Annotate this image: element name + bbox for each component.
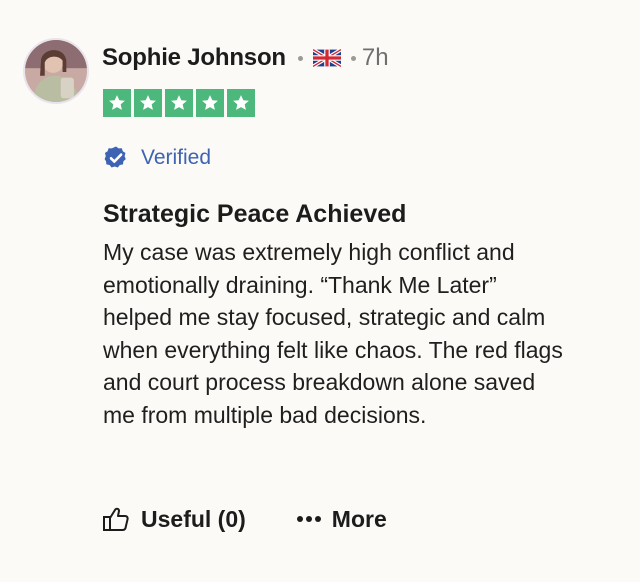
avatar[interactable] [23, 38, 89, 104]
useful-label: Useful (0) [141, 505, 246, 532]
review-body: My case was extremely high conflict and … [103, 239, 563, 428]
reviewer-name[interactable]: Sophie Johnson [102, 44, 286, 72]
verified-badge[interactable]: Verified [103, 145, 211, 171]
useful-button[interactable]: Useful (0) [101, 504, 246, 534]
verified-check-icon [103, 145, 129, 171]
uk-flag-icon [312, 49, 341, 67]
star-icon [103, 89, 131, 117]
reviewer-header: Sophie Johnson 7h [102, 40, 389, 76]
separator-dot [297, 55, 303, 61]
verified-label: Verified [141, 146, 212, 169]
star-icon [196, 89, 224, 117]
more-button[interactable]: More [296, 506, 387, 533]
separator-dot [350, 55, 356, 61]
star-icon [134, 89, 162, 117]
review-card: Sophie Johnson 7h Verified Strategic Pea… [0, 0, 640, 582]
thumbs-up-icon [101, 504, 131, 534]
ellipsis-icon [296, 515, 322, 523]
review-actions: Useful (0) More [101, 504, 387, 534]
star-icon [165, 89, 193, 117]
review-title: Strategic Peace Achieved [103, 200, 407, 228]
star-rating [103, 89, 255, 117]
more-label: More [331, 505, 387, 532]
review-time: 7h [361, 44, 389, 71]
avatar-image [25, 40, 87, 102]
star-icon [227, 89, 255, 117]
